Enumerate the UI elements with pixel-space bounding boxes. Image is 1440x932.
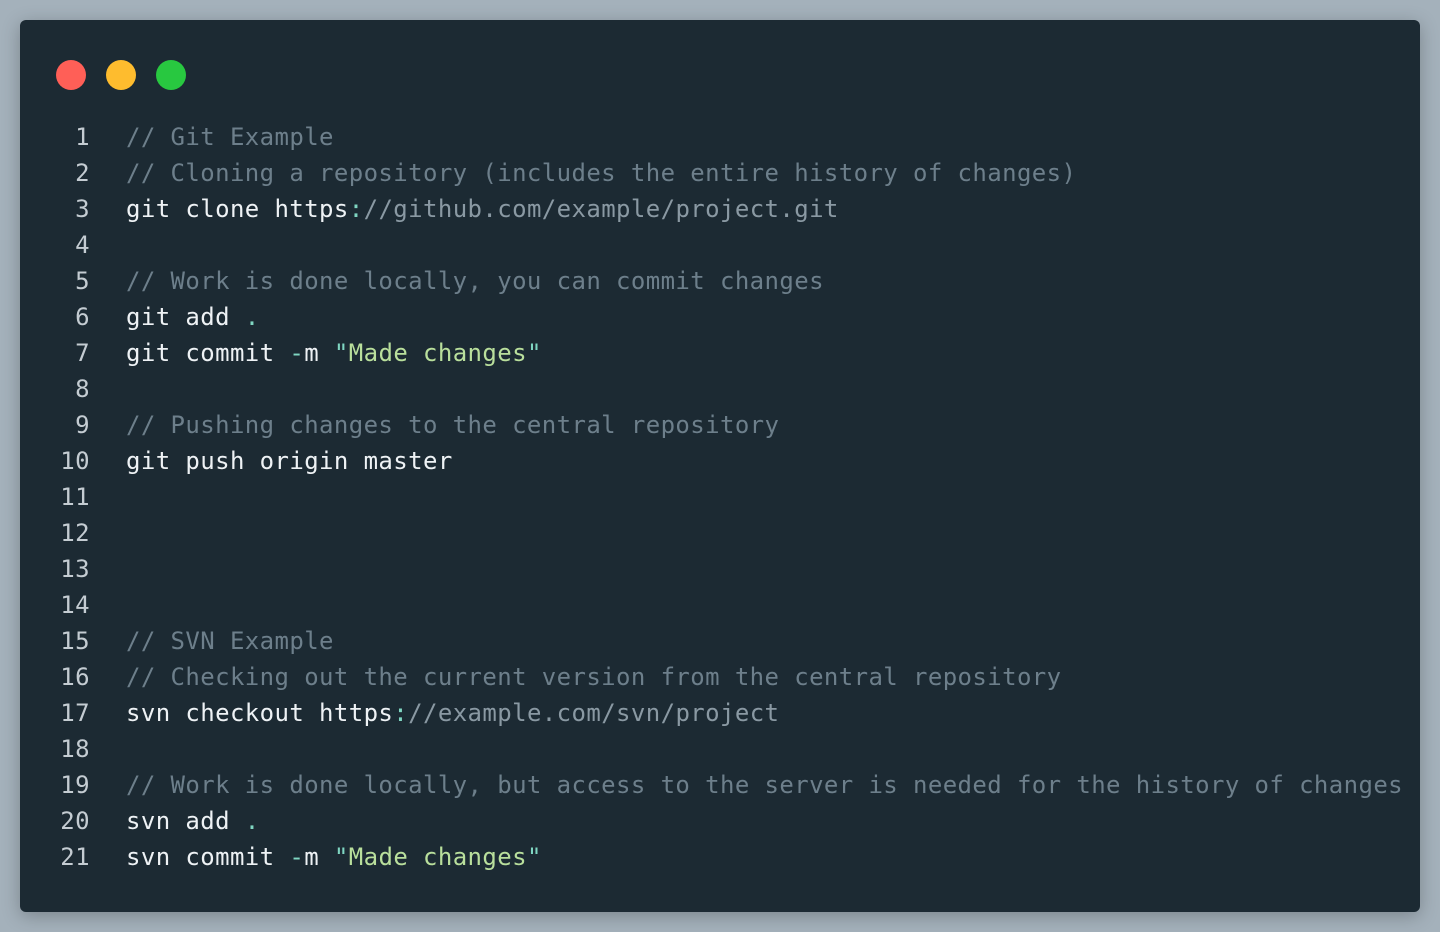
line-content: svn checkout https://example.com/svn/pro… xyxy=(126,695,779,731)
code-token-punct: . xyxy=(244,807,260,835)
code-token-text: git add xyxy=(126,303,245,331)
line-content: svn commit -m "Made changes" xyxy=(126,839,542,875)
line-number: 8 xyxy=(75,375,90,403)
code-token-text: svn add xyxy=(126,807,245,835)
code-token-url: //github.com/example/project.git xyxy=(363,195,839,223)
code-line: 7 git commit -m "Made changes" xyxy=(20,335,1420,371)
code-token-punct: - xyxy=(289,339,305,367)
code-token-comment: // Work is done locally, you can commit … xyxy=(126,267,824,295)
code-token-comment: // Cloning a repository (includes the en… xyxy=(126,159,1077,187)
line-content: // Checking out the current version from… xyxy=(126,659,1062,695)
line-content: // Work is done locally, you can commit … xyxy=(126,263,824,299)
line-number: 20 xyxy=(60,807,90,835)
maximize-button[interactable] xyxy=(156,60,186,90)
code-token-text: svn checkout https xyxy=(126,699,394,727)
line-number: 6 xyxy=(75,303,90,331)
code-line: 8 xyxy=(20,371,1420,407)
code-line: 9 // Pushing changes to the central repos… xyxy=(20,407,1420,443)
line-number: 10 xyxy=(60,447,90,475)
code-line: 21 svn commit -m "Made changes" xyxy=(20,839,1420,875)
line-number: 14 xyxy=(60,591,90,619)
line-number: 21 xyxy=(60,843,90,871)
line-content: git clone https://github.com/example/pro… xyxy=(126,191,839,227)
code-token-comment: // Git Example xyxy=(126,123,334,151)
code-token-quote: " xyxy=(333,843,349,871)
code-editor[interactable]: 1 // Git Example 2 // Cloning a repository … xyxy=(20,119,1420,875)
code-token-string: Made changes xyxy=(348,339,527,367)
line-number: 9 xyxy=(75,411,90,439)
code-token-comment: // SVN Example xyxy=(126,627,334,655)
code-line: 19 // Work is done locally, but access to… xyxy=(20,767,1420,803)
line-number: 5 xyxy=(75,267,90,295)
line-number: 7 xyxy=(75,339,90,367)
line-content: // Cloning a repository (includes the en… xyxy=(126,155,1076,191)
line-number: 18 xyxy=(60,735,90,763)
code-token-string: Made changes xyxy=(348,843,527,871)
line-number: 13 xyxy=(60,555,90,583)
code-line: 14 xyxy=(20,587,1420,623)
line-number: 15 xyxy=(60,627,90,655)
line-number: 17 xyxy=(60,699,90,727)
code-line: 11 xyxy=(20,479,1420,515)
line-number: 19 xyxy=(60,771,90,799)
code-line: 15 // SVN Example xyxy=(20,623,1420,659)
close-button[interactable] xyxy=(56,60,86,90)
line-content: // Work is done locally, but access to t… xyxy=(126,767,1403,803)
minimize-button[interactable] xyxy=(106,60,136,90)
code-token-punct: . xyxy=(244,303,260,331)
code-token-quote: " xyxy=(526,339,542,367)
line-content: git commit -m "Made changes" xyxy=(126,335,542,371)
code-token-text: git commit xyxy=(126,339,290,367)
code-token-text: m xyxy=(304,843,334,871)
code-line: 3 git clone https://github.com/example/pr… xyxy=(20,191,1420,227)
code-line: 10 git push origin master xyxy=(20,443,1420,479)
line-number: 4 xyxy=(75,231,90,259)
line-number: 2 xyxy=(75,159,90,187)
line-content: git push origin master xyxy=(126,443,453,479)
code-line: 4 xyxy=(20,227,1420,263)
line-number: 11 xyxy=(60,483,90,511)
line-content: // Pushing changes to the central reposi… xyxy=(126,407,779,443)
code-line: 20 svn add . xyxy=(20,803,1420,839)
code-token-quote: " xyxy=(333,339,349,367)
line-number: 3 xyxy=(75,195,90,223)
code-line: 1 // Git Example xyxy=(20,119,1420,155)
code-token-comment: // Pushing changes to the central reposi… xyxy=(126,411,780,439)
line-number: 12 xyxy=(60,519,90,547)
code-token-text: svn commit xyxy=(126,843,290,871)
line-content: svn add . xyxy=(126,803,260,839)
line-content: // Git Example xyxy=(126,119,334,155)
line-number: 1 xyxy=(75,123,90,151)
code-token-punct: - xyxy=(289,843,305,871)
code-token-comment: // Work is done locally, but access to t… xyxy=(126,771,1404,799)
code-token-comment: // Checking out the current version from… xyxy=(126,663,1062,691)
code-token-url: //example.com/svn/project xyxy=(408,699,780,727)
line-content: // SVN Example xyxy=(126,623,334,659)
code-window: 1 // Git Example 2 // Cloning a repository … xyxy=(20,20,1420,912)
code-token-text: git clone https xyxy=(126,195,349,223)
code-token-text: m xyxy=(304,339,334,367)
code-line: 16 // Checking out the current version fr… xyxy=(20,659,1420,695)
code-line: 2 // Cloning a repository (includes the e… xyxy=(20,155,1420,191)
code-line: 18 xyxy=(20,731,1420,767)
code-token-punct: : xyxy=(348,195,364,223)
line-number: 16 xyxy=(60,663,90,691)
code-token-quote: " xyxy=(526,843,542,871)
line-content: git add . xyxy=(126,299,260,335)
code-line: 12 xyxy=(20,515,1420,551)
code-token-text: git push origin master xyxy=(126,447,453,475)
code-line: 6 git add . xyxy=(20,299,1420,335)
code-line: 13 xyxy=(20,551,1420,587)
code-token-punct: : xyxy=(393,699,409,727)
code-line: 5 // Work is done locally, you can commit… xyxy=(20,263,1420,299)
code-line: 17 svn checkout https://example.com/svn/p… xyxy=(20,695,1420,731)
